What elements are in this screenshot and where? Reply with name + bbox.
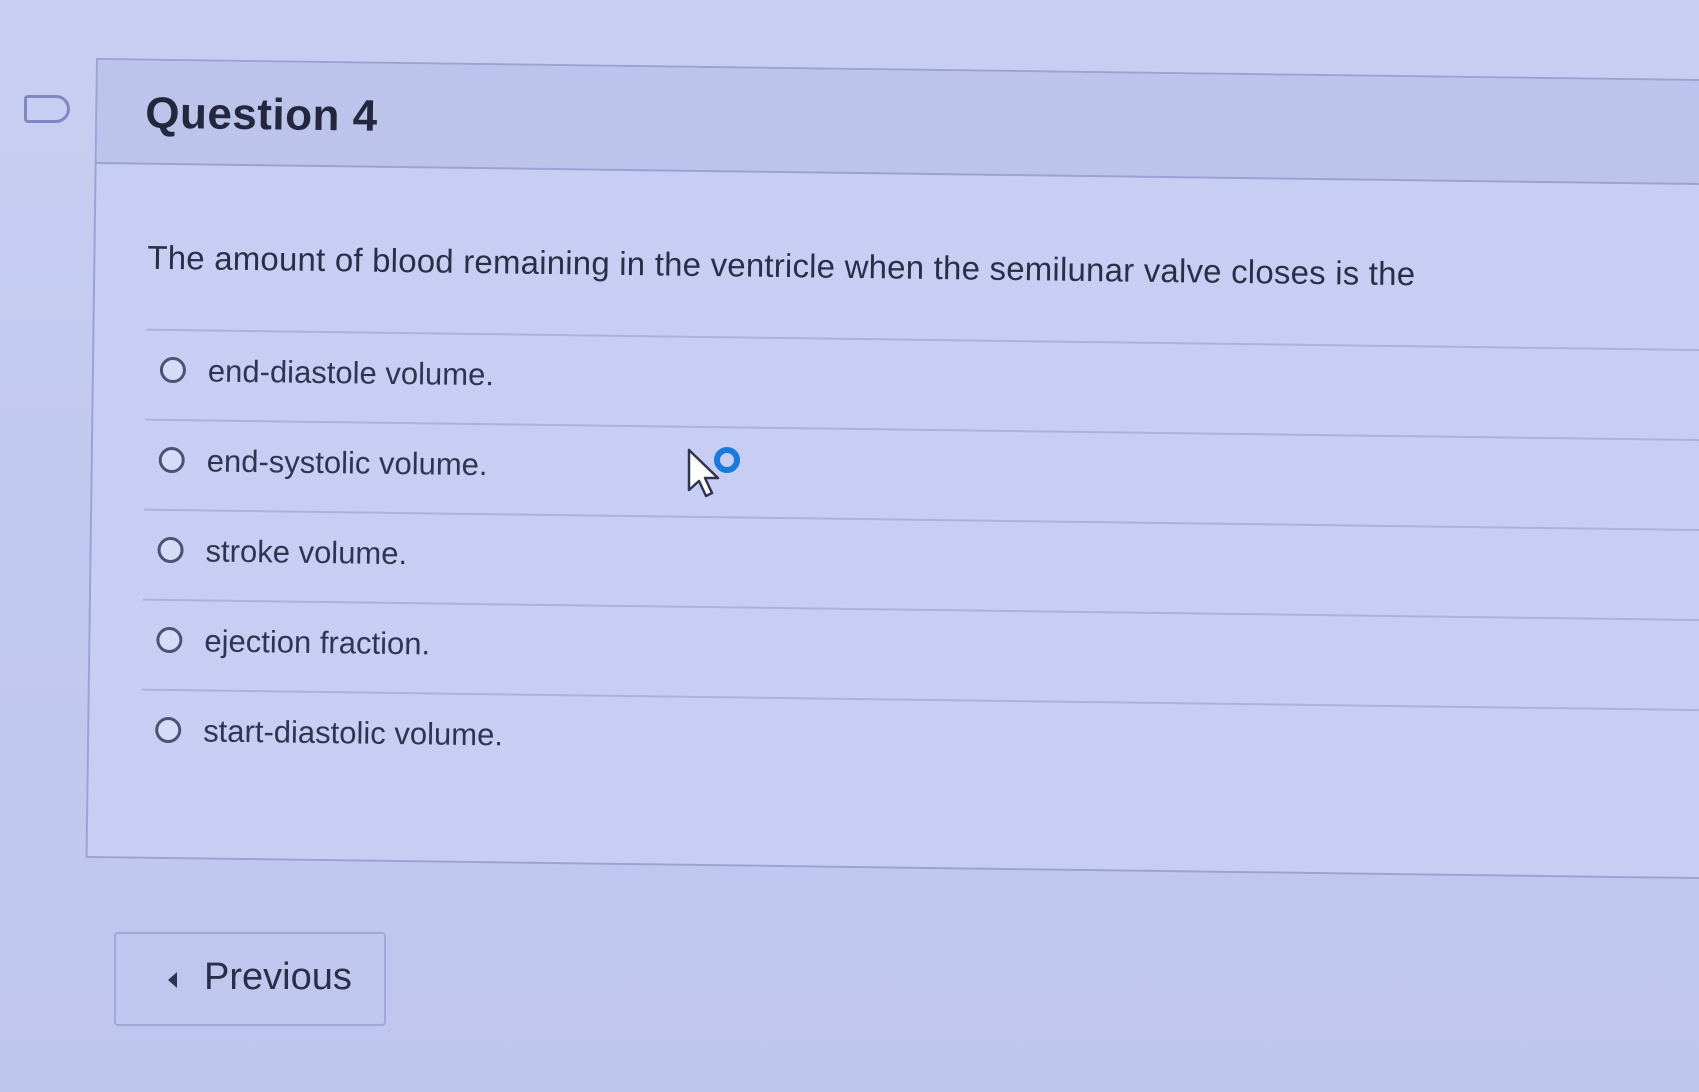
previous-button[interactable]: Previous xyxy=(114,932,386,1026)
previous-label: Previous xyxy=(204,956,352,998)
radio-button[interactable] xyxy=(158,446,185,474)
radio-button[interactable] xyxy=(157,536,184,564)
question-card: Question 4 The amount of blood remaining… xyxy=(85,58,1699,880)
radio-button[interactable] xyxy=(155,716,182,744)
answer-label: stroke volume. xyxy=(205,533,408,572)
answer-label: start-diastolic volume. xyxy=(202,713,504,753)
answer-list: end-diastole volume. end-systolic volume… xyxy=(140,328,1699,800)
quiz-page: Question 4 The amount of blood remaining… xyxy=(0,0,1699,1092)
answer-label: ejection fraction. xyxy=(204,623,431,662)
answer-option-5[interactable]: start-diastolic volume. xyxy=(140,688,1699,800)
radio-button[interactable] xyxy=(156,626,183,654)
answer-label: end-systolic volume. xyxy=(206,443,488,483)
question-title: Question 4 xyxy=(144,88,378,141)
flag-icon[interactable] xyxy=(24,95,70,123)
answer-label: end-diastole volume. xyxy=(207,353,495,393)
question-header: Question 4 xyxy=(96,60,1699,186)
chevron-left-icon xyxy=(168,972,177,988)
question-text: The amount of blood remaining in the ven… xyxy=(147,238,1416,293)
radio-button[interactable] xyxy=(159,356,187,384)
